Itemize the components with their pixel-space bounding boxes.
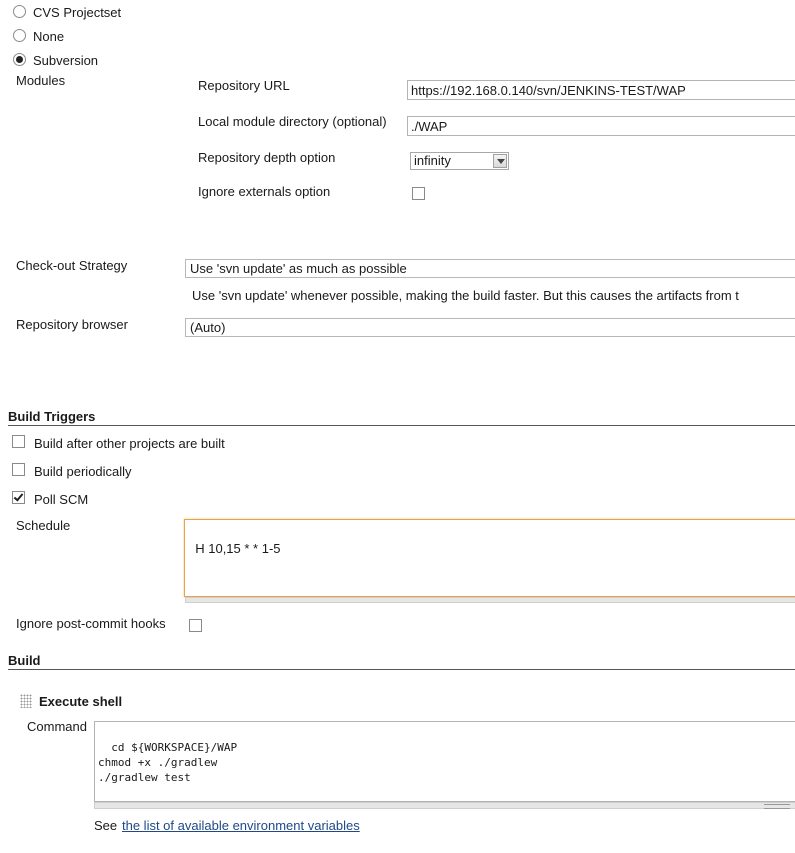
repository-depth-select[interactable]: infinity	[410, 152, 509, 170]
chevron-down-icon	[493, 154, 507, 168]
command-resize-bar[interactable]	[94, 802, 795, 809]
env-variables-link[interactable]: the list of available environment variab…	[122, 818, 360, 833]
repository-depth-value: infinity	[414, 153, 451, 168]
cvs-projectset-radio[interactable]	[13, 5, 26, 18]
build-triggers-divider	[8, 425, 795, 426]
repository-url-input[interactable]: https://192.168.0.140/svn/JENKINS-TEST/W…	[407, 80, 795, 100]
repository-url-label: Repository URL	[198, 78, 290, 93]
poll-scm-label: Poll SCM	[34, 492, 89, 507]
schedule-resize-bar[interactable]	[185, 597, 795, 603]
repository-browser-value: (Auto)	[190, 320, 226, 335]
build-after-other-projects-checkbox[interactable]	[12, 435, 25, 448]
schedule-label: Schedule	[16, 518, 71, 533]
repository-depth-label: Repository depth option	[198, 150, 336, 165]
command-label: Command	[27, 719, 87, 734]
ignore-externals-checkbox[interactable]	[412, 187, 425, 200]
schedule-textarea[interactable]: H 10,15 * * 1-5	[184, 519, 795, 597]
schedule-value: H 10,15 * * 1-5	[195, 541, 281, 556]
checkout-strategy-select[interactable]: Use 'svn update' as much as possible	[185, 259, 795, 278]
repository-browser-select[interactable]: (Auto)	[185, 318, 795, 337]
command-value: cd ${WORKSPACE}/WAP chmod +x ./gradlew .…	[98, 741, 238, 784]
ignore-externals-label: Ignore externals option	[198, 184, 331, 199]
repository-url-value: https://192.168.0.140/svn/JENKINS-TEST/W…	[411, 83, 686, 98]
command-textarea[interactable]: cd ${WORKSPACE}/WAP chmod +x ./gradlew .…	[94, 721, 795, 802]
build-periodically-label: Build periodically	[34, 464, 132, 479]
ignore-post-commit-label: Ignore post-commit hooks	[16, 616, 166, 631]
none-radio[interactable]	[13, 29, 26, 42]
ignore-post-commit-checkbox[interactable]	[189, 619, 202, 632]
none-label: None	[33, 29, 65, 44]
poll-scm-checkbox[interactable]	[12, 491, 25, 504]
drag-handle-icon[interactable]	[20, 694, 32, 708]
build-divider	[8, 669, 795, 670]
cvs-projectset-label: CVS Projectset	[33, 5, 122, 20]
checkout-strategy-description: Use 'svn update' whenever possible, maki…	[192, 288, 739, 303]
build-title: Build	[8, 653, 41, 668]
checkout-strategy-label: Check-out Strategy	[16, 258, 128, 273]
build-after-other-projects-label: Build after other projects are built	[34, 436, 225, 451]
local-module-directory-label: Local module directory (optional)	[198, 114, 387, 129]
local-module-directory-input[interactable]: ./WAP	[407, 116, 795, 136]
checkout-strategy-value: Use 'svn update' as much as possible	[190, 261, 407, 276]
subversion-radio[interactable]	[13, 53, 26, 66]
local-module-directory-value: ./WAP	[411, 119, 448, 134]
subversion-label: Subversion	[33, 53, 99, 68]
modules-label: Modules	[16, 73, 66, 88]
build-triggers-title: Build Triggers	[8, 409, 96, 424]
see-text: See	[94, 818, 118, 833]
resize-grip-icon	[764, 804, 790, 809]
repository-browser-label: Repository browser	[16, 317, 128, 332]
build-periodically-checkbox[interactable]	[12, 463, 25, 476]
execute-shell-title: Execute shell	[39, 694, 123, 709]
